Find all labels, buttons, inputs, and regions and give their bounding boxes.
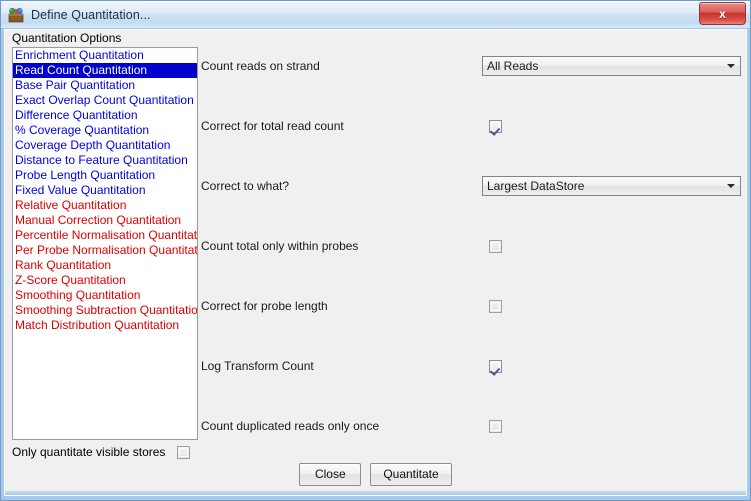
quantitation-option-item[interactable]: Per Probe Normalisation Quantitation <box>13 243 197 258</box>
dropdown-correct-to-what[interactable]: Largest DataStore <box>482 176 741 196</box>
quantitation-option-item[interactable]: Probe Length Quantitation <box>13 168 197 183</box>
checkbox-log-transform-count[interactable] <box>489 359 502 373</box>
quantitation-setting-control <box>482 239 502 253</box>
only-visible-stores-checkbox[interactable] <box>177 445 191 459</box>
quantitation-setting-row: Log Transform Count <box>201 355 742 377</box>
quantitation-setting-control: Largest DataStore <box>482 176 741 196</box>
quantitation-setting-control <box>482 299 502 313</box>
quantitation-option-item[interactable]: Base Pair Quantitation <box>13 78 197 93</box>
quantitation-setting-label: Correct for total read count <box>201 119 344 133</box>
quantitation-setting-row: Count reads on strand All Reads <box>201 55 742 77</box>
dropdown-value: Largest DataStore <box>487 179 585 193</box>
seqmonk-icon <box>7 6 25 24</box>
quantitation-setting-row: Count total only within probes <box>201 235 742 257</box>
quantitation-option-item[interactable]: Enrichment Quantitation <box>13 48 197 63</box>
quantitation-setting-label: Count total only within probes <box>201 239 359 253</box>
quantitation-option-item[interactable]: Relative Quantitation <box>13 198 197 213</box>
quantitate-button[interactable]: Quantitate <box>370 462 452 486</box>
quantitation-option-item[interactable]: Fixed Value Quantitation <box>13 183 197 198</box>
checkbox-count-total-only-within-probes[interactable] <box>489 239 502 253</box>
title-bar[interactable]: Define Quantitation... x <box>1 1 750 29</box>
quantitation-setting-row: Correct for total read count <box>201 115 742 137</box>
quantitation-option-item[interactable]: Z-Score Quantitation <box>13 273 197 288</box>
quantitation-setting-label: Count duplicated reads only once <box>201 419 380 433</box>
define-quantitation-dialog: Define Quantitation... x Quantitation Op… <box>0 0 751 501</box>
quantitation-option-item[interactable]: Match Distribution Quantitation <box>13 318 197 333</box>
checkbox-correct-for-total-read-count[interactable] <box>489 119 502 133</box>
quantitation-option-item[interactable]: Manual Correction Quantitation <box>13 213 197 228</box>
quantitation-option-item[interactable]: Percentile Normalisation Quantitation <box>13 228 197 243</box>
quantitation-option-item[interactable]: % Coverage Quantitation <box>13 123 197 138</box>
chevron-down-icon[interactable] <box>722 57 740 75</box>
only-visible-stores-row: Only quantitate visible stores <box>12 443 191 461</box>
checkbox-correct-for-probe-length[interactable] <box>489 299 502 313</box>
quantitation-option-item[interactable]: Rank Quantitation <box>13 258 197 273</box>
checkbox-count-duplicated-reads-only-once[interactable] <box>489 419 502 433</box>
quantitation-option-item[interactable]: Smoothing Quantitation <box>13 288 197 303</box>
quantitation-option-item[interactable]: Distance to Feature Quantitation <box>13 153 197 168</box>
dialog-client-inner: Quantitation Options Enrichment Quantita… <box>4 29 747 496</box>
quantitation-setting-label: Log Transform Count <box>201 359 314 373</box>
quantitation-options-title: Quantitation Options <box>12 31 122 45</box>
quantitation-settings-panel: Count reads on strand All Reads Correct fo… <box>201 30 742 441</box>
dialog-client-area: Quantitation Options Enrichment Quantita… <box>1 29 750 500</box>
quantitation-setting-label: Correct for probe length <box>201 299 328 313</box>
close-button[interactable]: Close <box>299 462 362 486</box>
window-title: Define Quantitation... <box>31 7 151 22</box>
only-visible-stores-label: Only quantitate visible stores <box>12 445 166 459</box>
quantitation-option-item[interactable]: Difference Quantitation <box>13 108 197 123</box>
quantitation-setting-control <box>482 359 502 373</box>
quantitation-options-panel: Quantitation Options Enrichment Quantita… <box>10 31 198 463</box>
quantitation-option-item[interactable]: Exact Overlap Count Quantitation <box>13 93 197 108</box>
dialog-button-bar: Close Quantitate <box>5 461 746 487</box>
quantitation-setting-row: Correct to what? Largest DataStore <box>201 175 742 197</box>
quantitation-options-list[interactable]: Enrichment Quantitation Read Count Quanti… <box>12 47 198 440</box>
close-window-button[interactable]: x <box>699 2 746 25</box>
close-icon: x <box>719 6 726 21</box>
window-bottom-edge <box>5 491 746 495</box>
quantitation-setting-label: Count reads on strand <box>201 59 320 73</box>
quantitation-setting-control <box>482 419 502 433</box>
dropdown-value: All Reads <box>487 59 539 73</box>
quantitation-option-item[interactable]: Read Count Quantitation <box>13 63 197 78</box>
quantitation-setting-label: Correct to what? <box>201 179 290 193</box>
quantitation-setting-row: Count duplicated reads only once <box>201 415 742 437</box>
quantitation-setting-control: All Reads <box>482 56 741 76</box>
chevron-down-icon[interactable] <box>722 177 740 195</box>
quantitation-setting-row: Correct for probe length <box>201 295 742 317</box>
quantitation-setting-control <box>482 119 502 133</box>
dropdown-count-reads-on-strand[interactable]: All Reads <box>482 56 741 76</box>
quantitation-option-item[interactable]: Coverage Depth Quantitation <box>13 138 197 153</box>
quantitation-option-item[interactable]: Smoothing Subtraction Quantitation <box>13 303 197 318</box>
